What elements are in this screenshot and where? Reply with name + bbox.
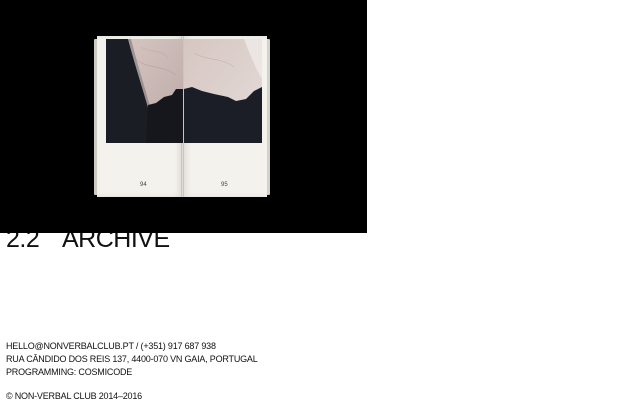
- book-photo-left: [106, 39, 183, 143]
- contact-separator: /: [133, 341, 141, 351]
- book-page-number-left: 94: [140, 182, 147, 188]
- hero-image[interactable]: 94 95: [0, 0, 367, 233]
- book-photo-right: [184, 39, 262, 143]
- open-book: 94 95: [94, 36, 270, 197]
- address-text: RUA CÂNDIDO DOS REIS 137, 4400-070 VN GA…: [6, 354, 258, 364]
- phone-link[interactable]: (+351) 917 687 938: [141, 341, 216, 351]
- programming-credit-link[interactable]: PROGRAMMING: COSMICODE: [6, 366, 258, 379]
- book-page-number-right: 95: [221, 182, 228, 188]
- contact-line: HELLO@NONVERBALCLUB.PT / (+351) 917 687 …: [6, 340, 258, 353]
- email-link[interactable]: HELLO@NONVERBALCLUB.PT: [6, 341, 134, 351]
- footer-contact: HELLO@NONVERBALCLUB.PT / (+351) 917 687 …: [6, 340, 258, 379]
- copyright-text: © NON-VERBAL CLUB 2014–2016: [6, 391, 142, 401]
